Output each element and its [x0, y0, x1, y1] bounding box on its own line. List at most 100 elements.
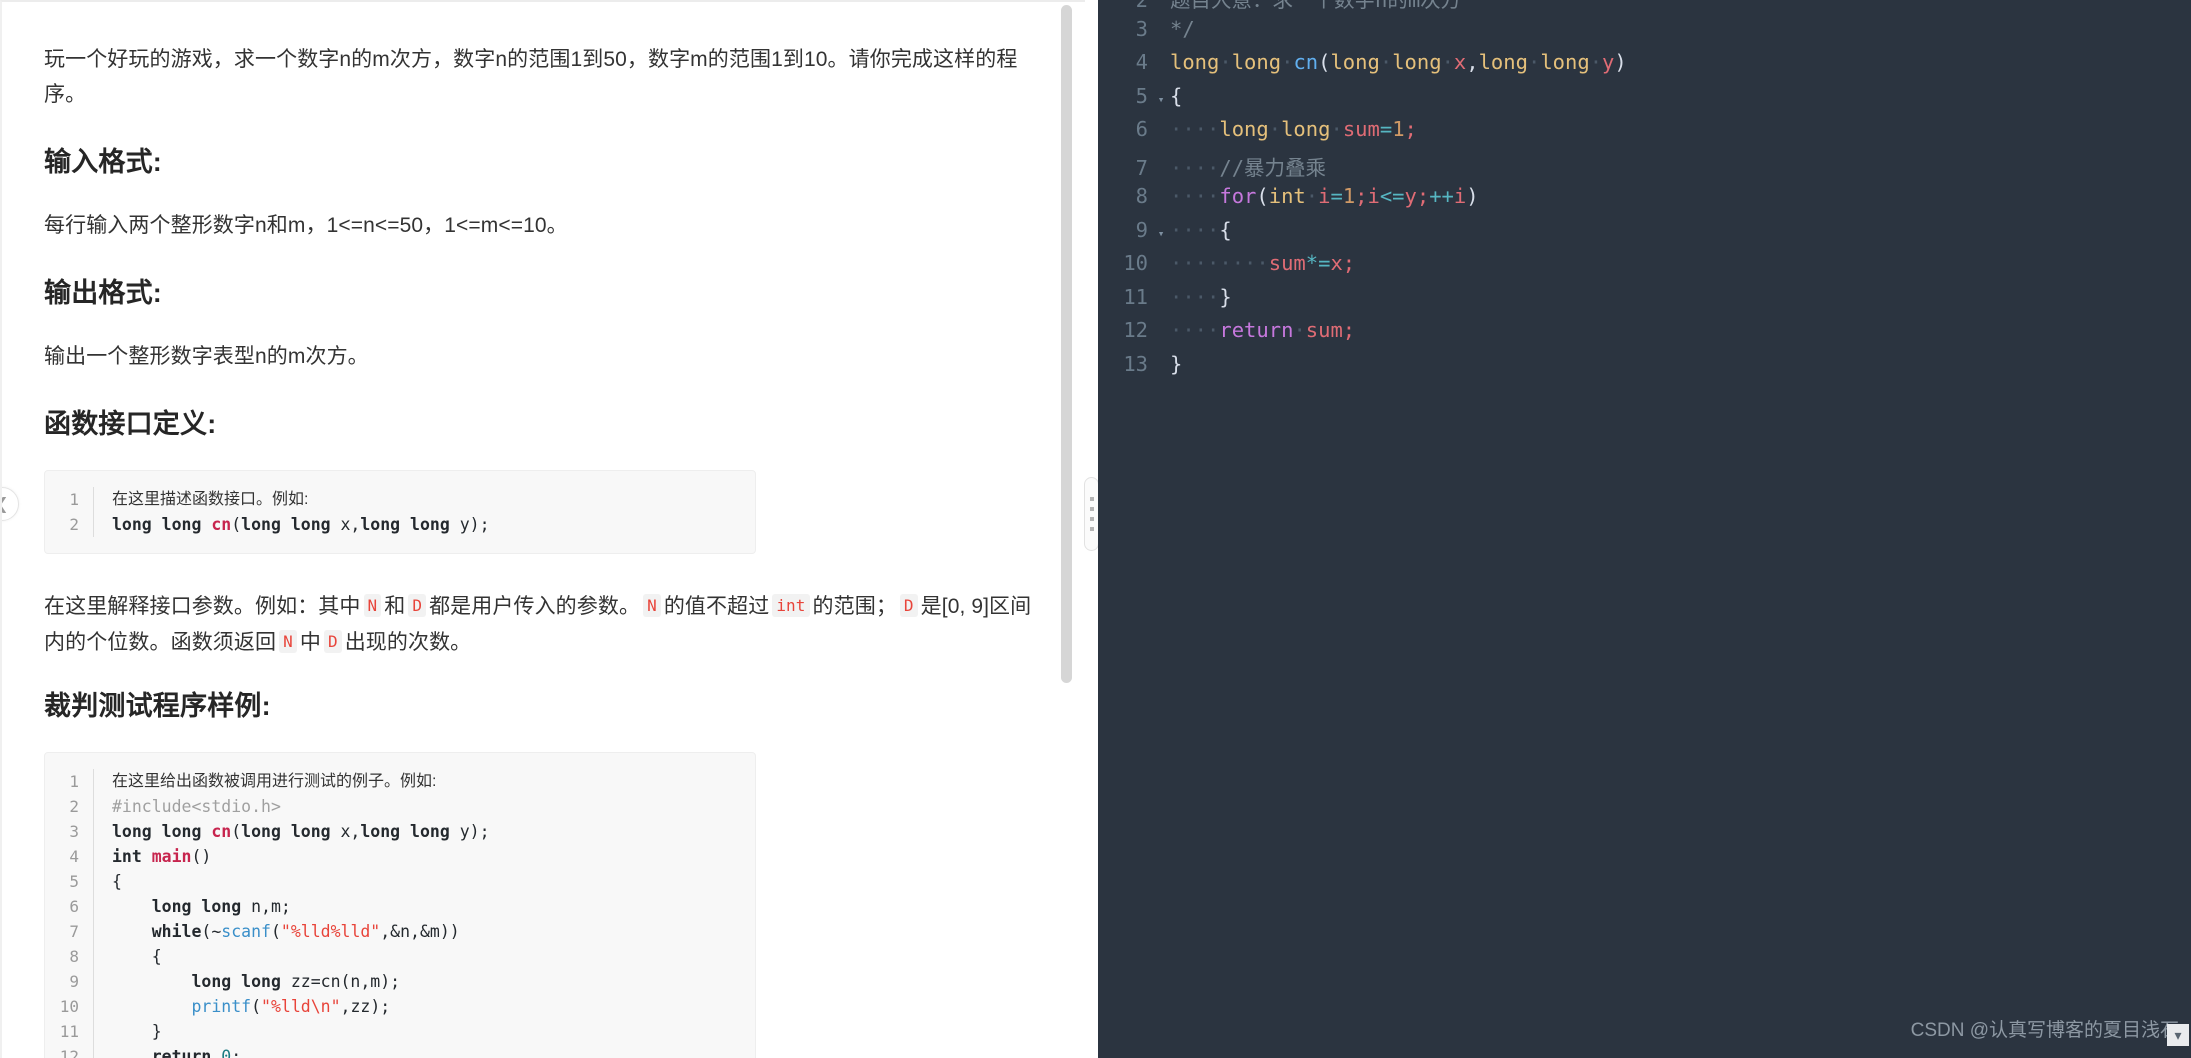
code-line: 4 int main(): [45, 844, 755, 869]
chevron-down-icon[interactable]: ▾: [2167, 1024, 2189, 1046]
params-text-4: 的值不超过: [663, 595, 770, 618]
code-text: while(~scanf("%lld%lld",&n,&m)): [93, 919, 460, 944]
code-line: 8 {: [45, 944, 755, 969]
intro-paragraph: 玩一个好玩的游戏，求一个数字n的m次方，数字n的范围1到50，数字m的范围1到1…: [44, 48, 1018, 106]
params-text-3: 都是用户传入的参数。: [429, 595, 641, 618]
code-text: ····}: [1170, 284, 1232, 309]
code-line: 10 printf("%lld\n",zz);: [45, 994, 755, 1019]
inline-code-D: D: [408, 594, 427, 617]
line-number: 6: [69, 897, 79, 916]
code-text: */: [1170, 16, 1195, 41]
line-number: 5: [69, 872, 79, 891]
left-pane-scrollbar-thumb[interactable]: [1061, 5, 1072, 683]
editor-line: 10 ········sum*=x;: [1098, 251, 2191, 285]
editor-line: 9 ▾ ····{: [1098, 218, 2191, 252]
code-text: #include<stdio.h>: [93, 794, 281, 819]
code-line: 9 long long zz=cn(n,m);: [45, 969, 755, 994]
code-text: ····{: [1170, 217, 1232, 242]
heading-output-format: 输出格式:: [44, 278, 162, 308]
editor-line: 3 */: [1098, 17, 2191, 51]
grip-dot: [1089, 507, 1094, 511]
code-text: ····return·sum;: [1170, 318, 1356, 342]
line-number: 7: [69, 922, 79, 941]
code-text: ····//暴力叠乘: [1170, 155, 1327, 180]
line-number: 9: [1135, 217, 1148, 242]
line-number: 6: [1135, 117, 1148, 141]
editor-line: 2 题目大意：求一个数字n的m次方: [1098, 0, 2191, 17]
editor-line: 5 ▾ {: [1098, 84, 2191, 118]
line-number: 4: [69, 847, 79, 866]
pane-splitter[interactable]: [1084, 0, 1099, 1058]
inline-code-int: int: [772, 594, 810, 617]
line-number: 13: [1123, 351, 1148, 376]
code-text: long long zz=cn(n,m);: [93, 969, 400, 994]
line-number: 10: [1123, 251, 1148, 275]
code-text: ····for(int·i=1;i<=y;++i): [1170, 184, 1479, 208]
line-number: 8: [1135, 184, 1148, 208]
line-number: 5: [1135, 83, 1148, 108]
code-block-function-interface[interactable]: 1 在这里描述函数接口。例如: 2 long long cn(long long…: [44, 470, 756, 554]
left-pane-scrollbar[interactable]: [1061, 2, 1072, 1058]
problem-description-pane: ❮ 玩一个好玩的游戏，求一个数字n的m次方，数字n的范围1到50，数字m的范围1…: [0, 0, 1085, 1058]
line-number: 3: [69, 822, 79, 841]
code-text: ····long·long·sum=1;: [1170, 117, 1417, 141]
code-text: int main(): [93, 844, 211, 869]
params-text-2: 和: [384, 595, 406, 618]
code-text: }: [93, 1019, 162, 1044]
code-text: long long cn(long long x,long long y);: [93, 512, 490, 537]
line-number: 4: [1135, 50, 1148, 74]
code-block-judge-sample[interactable]: 1 在这里给出函数被调用进行测试的例子。例如: 2 #include<stdio…: [44, 752, 756, 1058]
params-text-5: 的范围；: [812, 595, 897, 618]
heading-judge-sample: 裁判测试程序样例:: [44, 691, 271, 721]
inline-code-D3: D: [323, 630, 342, 653]
pane-splitter-handle[interactable]: [1084, 477, 1099, 551]
editor-line: 12 ····return·sum;: [1098, 318, 2191, 352]
fold-arrow-icon[interactable]: ▾: [1148, 227, 1170, 240]
code-editor-pane[interactable]: 2 题目大意：求一个数字n的m次方 3 */ 4 long·long·cn(lo…: [1098, 0, 2191, 1058]
code-text: 题目大意：求一个数字n的m次方: [1170, 0, 1462, 12]
code-text: printf("%lld\n",zz);: [93, 994, 390, 1019]
editor-line: 11 ····}: [1098, 285, 2191, 319]
csdn-watermark: CSDN @认真写博客的夏目浅石: [1910, 1020, 2179, 1041]
editor-line: 8 ····for(int·i=1;i<=y;++i): [1098, 184, 2191, 218]
line-number: 2: [69, 515, 79, 534]
heading-input-format: 输入格式:: [44, 147, 162, 177]
grip-dot: [1089, 497, 1094, 501]
page-root: ❮ 玩一个好玩的游戏，求一个数字n的m次方，数字n的范围1到50，数字m的范围1…: [0, 0, 2191, 1058]
line-number: 8: [69, 947, 79, 966]
code-line: 12 return 0;: [45, 1044, 755, 1058]
heading-function-interface: 函数接口定义:: [44, 409, 217, 439]
code-line: 3 long long cn(long long x,long long y);: [45, 819, 755, 844]
inline-code-N3: N: [279, 630, 297, 653]
code-line: 2 long long cn(long long x,long long y);: [45, 512, 755, 537]
params-paragraph: 在这里解释接口参数。例如：其中 N 和 D 都是用户传入的参数。 N 的值不超过 int 的范围…: [44, 588, 1035, 660]
line-number: 11: [1123, 284, 1148, 309]
grip-dot: [1089, 527, 1094, 531]
code-text: {: [1170, 83, 1183, 108]
code-text: {: [93, 869, 122, 894]
params-text-1: 在这里解释接口参数。例如：其中: [44, 595, 361, 618]
code-line: 1 在这里给出函数被调用进行测试的例子。例如:: [45, 769, 755, 794]
code-text: 在这里给出函数被调用进行测试的例子。例如:: [93, 769, 436, 794]
editor-line: 6 ····long·long·sum=1;: [1098, 117, 2191, 151]
code-text: }: [1170, 351, 1183, 376]
problem-document: 玩一个好玩的游戏，求一个数字n的m次方，数字n的范围1到50，数字m的范围1到1…: [2, 2, 1085, 1058]
line-number: 12: [1123, 318, 1148, 342]
output-format-body: 输出一个整形数字表型n的m次方。: [44, 345, 369, 368]
code-line: 2 #include<stdio.h>: [45, 794, 755, 819]
line-number: 10: [59, 997, 79, 1016]
code-text: ········sum*=x;: [1170, 251, 1356, 275]
line-number: 9: [69, 972, 79, 991]
line-number: 12: [59, 1047, 79, 1058]
grip-dot: [1089, 517, 1094, 521]
code-line: 11 }: [45, 1019, 755, 1044]
fold-arrow-icon[interactable]: ▾: [1148, 93, 1170, 106]
params-text-7: 中: [299, 631, 321, 654]
code-text: long long n,m;: [93, 894, 291, 919]
code-text: {: [93, 944, 162, 969]
code-text: 在这里描述函数接口。例如:: [93, 487, 308, 512]
params-text-8: 出现的次数。: [344, 631, 472, 654]
line-number: 1: [69, 772, 79, 791]
line-number: 1: [69, 490, 79, 509]
line-number: 11: [59, 1022, 79, 1041]
